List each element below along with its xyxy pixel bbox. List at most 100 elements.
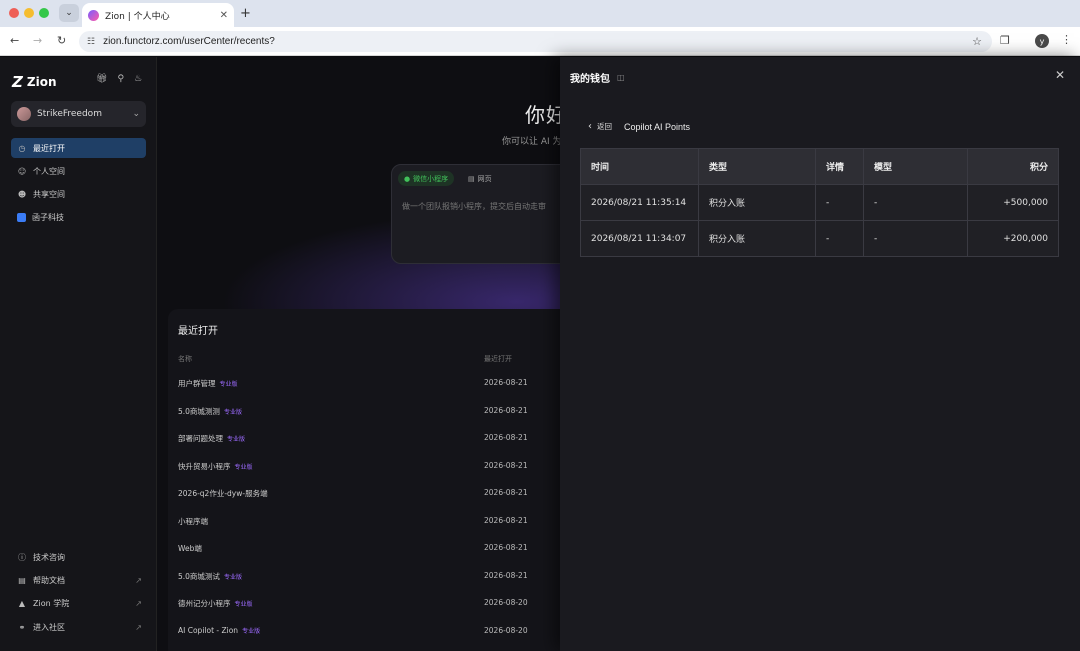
project-name: AI Copilot - Zion 专业版 — [178, 626, 260, 635]
cell-model: - — [863, 220, 968, 257]
project-name-text: Web端 — [178, 544, 202, 553]
gift-icon[interactable]: 🎁︎ — [96, 74, 107, 84]
sidebar-item-recents[interactable]: ◷ 最近打开 — [11, 138, 146, 158]
column-header-name: 名称 — [178, 355, 192, 363]
pro-badge: 专业版 — [234, 601, 253, 608]
tab-web[interactable]: ▤ 网页 — [462, 171, 498, 186]
sidebar-item-shared-space[interactable]: ☻ 共享空间 — [11, 184, 146, 204]
profile-avatar[interactable]: y — [1035, 34, 1049, 48]
minimize-window-button[interactable] — [24, 8, 34, 18]
forward-arrow-icon[interactable]: → — [33, 34, 42, 47]
last-opened-date: 2026-08-21 — [484, 515, 528, 525]
sidebar-item-label: 共享空间 — [33, 189, 65, 199]
back-arrow-icon[interactable]: ← — [10, 34, 19, 47]
brand-logo[interactable]: Z Zion — [12, 73, 57, 91]
tab-search-button[interactable]: ⌄ — [59, 4, 79, 22]
cell-model: - — [863, 184, 968, 221]
list-item[interactable]: Web端 2026-08-21 — [178, 539, 578, 559]
project-name-text: 德州记分小程序 — [178, 599, 231, 608]
external-link-icon: ↗ — [135, 622, 142, 632]
list-item[interactable]: 5.0商城测试 专业版 2026-08-21 — [178, 567, 578, 587]
project-name-text: 用户群管理 — [178, 379, 216, 388]
sidebar-item-community[interactable]: ⚭ 进入社区 ↗ — [11, 618, 146, 636]
wechat-icon: ● — [404, 174, 411, 183]
list-item[interactable]: 2026-q2作业-dyw-服务端 2026-08-21 — [178, 484, 578, 504]
project-name-text: 5.0商城测试 — [178, 571, 220, 581]
sidebar-item-label: 最近打开 — [33, 143, 65, 153]
sidebar-item-label: 帮助文档 — [33, 575, 65, 585]
person-icon: ☺ — [17, 166, 27, 176]
pro-badge: 专业版 — [227, 436, 246, 443]
extensions-icon[interactable]: ❐ — [1000, 34, 1010, 47]
new-tab-button[interactable]: + — [240, 6, 251, 21]
site-settings-icon[interactable]: ☷ — [87, 36, 95, 47]
reload-icon[interactable]: ↻ — [57, 34, 66, 47]
browser-tab[interactable]: Zion | 个人中心 ✕ — [82, 3, 234, 27]
address-bar[interactable]: ☷ zion.functorz.com/userCenter/recents? … — [79, 31, 992, 52]
list-item[interactable]: 部署问题处理 专业版 2026-08-21 — [178, 429, 578, 449]
pro-badge: 专业版 — [223, 573, 242, 581]
people-icon: ☻ — [17, 189, 27, 199]
community-icon: ⚭ — [18, 622, 26, 632]
sidebar-item-personal-space[interactable]: ☺ 个人空间 — [11, 161, 146, 181]
sidebar-item-help-docs[interactable]: ▤ 帮助文档 ↗ — [11, 571, 146, 589]
recents-panel: 最近打开 名称 最近打开 用户群管理 专业版 2026-08-21 5.0商城测测 专业… — [168, 309, 588, 651]
project-name-text: 部署问题处理 — [178, 434, 223, 443]
cell-detail: - — [815, 220, 864, 257]
web-icon: ▤ — [468, 174, 475, 183]
external-link-icon: ↗ — [135, 575, 142, 585]
user-switcher[interactable]: StrikeFreedom ⌄ — [11, 101, 146, 127]
browser-menu-icon[interactable]: ⋮ — [1061, 33, 1072, 46]
maximize-window-button[interactable] — [39, 8, 49, 18]
sidebar-item-tech-support[interactable]: ⓘ 技术咨询 — [11, 548, 146, 566]
sidebar-item-team[interactable]: 函子科技 — [11, 207, 146, 227]
sidebar-item-label: 个人空间 — [33, 166, 65, 176]
search-icon[interactable]: ⚲ — [117, 74, 124, 84]
sidebar: Z Zion 🎁︎ ⚲ ♨ StrikeFreedom ⌄ ◷ 最近打开 ☺ 个… — [0, 57, 157, 651]
tab-mini-program[interactable]: ● 微信小程序 — [398, 171, 455, 186]
panel-icon[interactable]: ◫ — [617, 73, 625, 82]
last-opened-date: 2026-08-21 — [484, 378, 528, 387]
close-window-button[interactable] — [9, 8, 19, 18]
cell-detail: - — [815, 184, 864, 221]
chevron-left-icon: ‹ — [588, 121, 592, 132]
list-item[interactable]: 5.0商城测测 专业版 2026-08-21 — [178, 402, 578, 422]
chip-label: 网页 — [477, 174, 492, 183]
pro-badge: 专业版 — [219, 381, 238, 388]
list-item[interactable]: AI Copilot - Zion 专业版 2026-08-20 — [178, 622, 578, 642]
breadcrumb: ‹ 返回 Copilot AI Points — [588, 121, 690, 132]
list-item[interactable]: 德州记分小程序 专业版 2026-08-20 — [178, 594, 578, 614]
browser-tab-bar: ⌄ Zion | 个人中心 ✕ + — [0, 0, 1080, 27]
project-name-text: 5.0商城测测 — [178, 406, 220, 416]
brand-name: Zion — [26, 75, 57, 89]
list-item[interactable]: 用户群管理 专业版 2026-08-21 — [178, 374, 578, 394]
last-opened-date: 2026-08-21 — [484, 433, 528, 442]
column-header-last-opened: 最近打开 — [484, 355, 512, 363]
project-name: 德州记分小程序 专业版 — [178, 598, 253, 609]
team-icon — [17, 212, 26, 222]
chevron-down-icon: ⌄ — [65, 8, 73, 18]
back-button[interactable]: ‹ 返回 — [588, 121, 612, 132]
last-opened-date: 2026-08-21 — [484, 488, 528, 497]
last-opened-date: 2026-08-21 — [484, 543, 528, 552]
sidebar-item-academy[interactable]: ▲ Zion 学院 ↗ — [11, 594, 146, 612]
project-name: 部署问题处理 专业版 — [178, 433, 245, 444]
prompt-input[interactable]: 做一个团队报销小程序，提交后自动走审 — [402, 201, 546, 212]
list-item[interactable]: 小程序端 2026-08-21 — [178, 512, 578, 532]
bookmark-star-icon[interactable]: ☆ — [972, 35, 982, 48]
list-item[interactable]: 快升贸易小程序 专业版 2026-08-21 — [178, 457, 578, 477]
table-row: 2026/08/21 11:34:07 积分入账 - - +200,000 — [580, 220, 1059, 257]
close-tab-icon[interactable]: ✕ — [220, 10, 228, 21]
wallet-drawer: 我的钱包 ◫ ✕ ‹ 返回 Copilot AI Points 时间 类型 详情… — [560, 57, 1080, 651]
project-name: 5.0商城测试 专业版 — [178, 571, 242, 582]
column-header-detail: 详情 — [815, 148, 864, 185]
project-name: 用户群管理 专业版 — [178, 378, 238, 389]
table-header-row: 时间 类型 详情 模型 积分 — [580, 148, 1059, 185]
wallet-title: 我的钱包 — [570, 74, 610, 85]
close-icon[interactable]: ✕ — [1055, 68, 1065, 82]
project-name-text: 快升贸易小程序 — [178, 461, 231, 471]
external-link-icon: ↗ — [135, 598, 142, 608]
hero-subtitle: 你可以让 AI 为 — [502, 137, 562, 147]
project-name-text: 2026-q2作业-dyw-服务端 — [178, 489, 268, 498]
bell-icon[interactable]: ♨ — [134, 74, 142, 84]
